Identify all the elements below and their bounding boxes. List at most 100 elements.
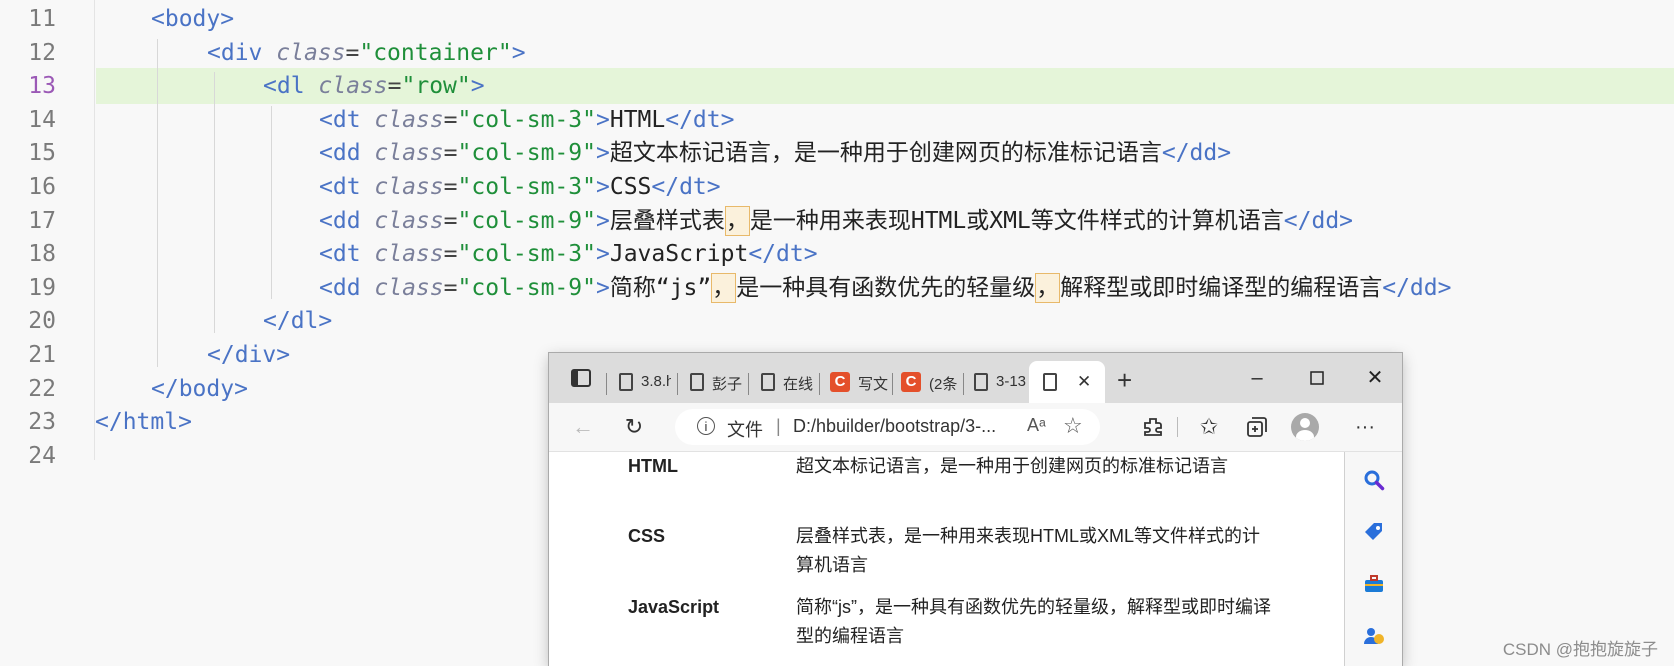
dt-javascript: JavaScript [628,597,720,617]
line-number: 23 [28,409,56,436]
new-tab-button[interactable]: + [1117,365,1132,396]
tab-separator [748,373,749,395]
address-separator: | [776,416,781,436]
line-number: 15 [28,140,56,167]
address-url[interactable]: D:/hbuilder/bootstrap/3-... [793,416,996,437]
code-text: <body> [151,6,235,32]
code-line[interactable]: 18 <dt class="col-sm-3">JavaScript</dt> [0,236,1674,272]
back-arrow-icon[interactable]: ← [569,413,597,441]
more-options-icon[interactable]: ··· [1351,413,1379,441]
shopping-tag-icon[interactable] [1362,520,1386,544]
tab-6[interactable]: 3-13 [966,361,1030,403]
tab-separator [606,373,607,395]
line-number: 22 [28,375,56,402]
favorites-icon[interactable]: ✩ [1195,413,1223,441]
code-text: <dt class="col-sm-3">HTML</dt> [319,106,735,133]
code-text: </dl> [263,308,333,335]
address-file-label: 文件 [727,420,763,440]
browser-titlebar: 3.8.h 彭子 在线 C 写文 C (2条 3-13 ✕ + – ✕ [549,353,1402,403]
doc-icon [619,373,633,391]
code-line[interactable]: 11 <body> [0,1,1674,37]
refresh-icon[interactable]: ↻ [620,413,648,441]
code-line[interactable]: 20 </dl> [0,303,1674,339]
doc-icon [761,373,775,391]
tab-label: 彭子 [712,376,742,393]
browser-toolbar: ← ↻ i 文件 | D:/hbuilder/bootstrap/3-... A… [549,403,1402,452]
tab-separator [677,373,678,395]
line-number: 13 [28,73,56,100]
edge-sidebar [1345,452,1402,666]
close-window-icon[interactable]: ✕ [1355,363,1395,393]
tab-active[interactable]: ✕ [1029,361,1105,403]
dd-css: 层叠样式表，是一种用来表现HTML或XML等文件样式的计算机语言 [796,526,1261,575]
tab-label: 3-13 [996,373,1026,390]
line-number: 12 [28,39,56,66]
line-number: 24 [28,442,56,469]
dt-css: CSS [628,526,666,546]
tab-separator [892,373,893,395]
tab-separator [963,373,964,395]
tools-briefcase-icon[interactable] [1362,572,1386,596]
line-number: 18 [28,241,56,268]
indent-guide [157,38,158,367]
tab-3[interactable]: 在线 [753,361,817,403]
code-line[interactable]: 17 <dd class="col-sm-9">层叠样式表，是一种用来表现HTML… [0,203,1674,239]
search-icon[interactable] [1362,468,1386,492]
browser-window: 3.8.h 彭子 在线 C 写文 C (2条 3-13 ✕ + – ✕ ← ↻ … [549,353,1402,666]
line-number: 14 [28,106,56,133]
address-bar[interactable]: i 文件 | D:/hbuilder/bootstrap/3-... Aᵃ ☆ [675,409,1100,445]
profile-avatar[interactable] [1291,413,1319,441]
code-text: <dl class="row"> [263,73,485,100]
doc-icon [1043,373,1057,391]
line-number: 20 [28,308,56,335]
code-line[interactable]: 14 <dt class="col-sm-3">HTML</dt> [0,102,1674,138]
minimize-icon[interactable]: – [1237,363,1277,393]
line-number: 11 [28,6,56,32]
code-line[interactable]: 19 <dd class="col-sm-9">简称“js”，是一种具有函数优先的… [0,270,1674,306]
add-favorite-icon[interactable]: ☆ [1063,413,1083,439]
code-line[interactable]: 12 <div class="container"> [0,35,1674,71]
tab-4[interactable]: C 写文 [824,361,892,403]
tab-2[interactable]: 彭子 [682,361,746,403]
line-number: 19 [28,274,56,301]
watermark: CSDN @抱抱旋旋子 [1502,640,1658,659]
csdn-icon: C [830,372,850,392]
collections-icon[interactable] [1245,415,1269,439]
tab-label: 在线 [783,376,813,393]
tab-label: 3.8.h [641,373,671,390]
close-tab-icon[interactable]: ✕ [1077,372,1091,392]
code-line[interactable]: 16 <dt class="col-sm-3">CSS</dt> [0,169,1674,205]
extensions-icon[interactable] [1141,415,1165,439]
code-text: <dt class="col-sm-3">JavaScript</dt> [319,241,818,268]
indent-guide [271,105,272,300]
line-number: 16 [28,174,56,200]
info-icon[interactable]: i [697,417,715,435]
code-text: </body> [151,375,248,402]
code-line[interactable]: 15 <dd class="col-sm-9">超文本标记语言，是一种用于创建网页… [0,135,1674,171]
code-text: <dd class="col-sm-9">超文本标记语言，是一种用于创建网页的标… [319,140,1232,167]
code-text: <dt class="col-sm-3">CSS</dt> [319,174,721,200]
doc-icon [690,373,704,391]
toolbar-divider [1177,417,1178,437]
line-number: 17 [28,207,56,234]
csdn-icon: C [901,372,921,392]
tab-actions-icon[interactable] [570,367,592,389]
maximize-icon[interactable] [1297,363,1337,393]
code-line[interactable]: 13 <dl class="row"> [28,68,1674,105]
code-text: </div> [207,342,291,368]
games-icon[interactable] [1362,624,1386,648]
line-number: 21 [28,342,56,368]
tab-5[interactable]: C (2条 [895,361,963,403]
code-text: <dd class="col-sm-9">简称“js”，是一种具有函数优先的轻量… [319,272,1452,303]
dd-html: 超文本标记语言，是一种用于创建网页的标准标记语言 [796,456,1228,476]
tab-label: 写文 [858,376,888,393]
tab-separator [819,373,820,395]
indent-guide [214,72,215,333]
dd-javascript: 简称“js”，是一种具有函数优先的轻量级，解释型或即时编译型的编程语言 [796,597,1271,646]
code-text: </html> [95,409,192,436]
code-text: <dd class="col-sm-9">层叠样式表，是一种用来表现HTML或X… [319,205,1354,236]
read-aloud-icon[interactable]: Aᵃ [1027,415,1046,436]
tab-1[interactable]: 3.8.h [611,361,675,403]
tab-label: (2条 [929,376,958,393]
dt-html: HTML [628,456,678,476]
